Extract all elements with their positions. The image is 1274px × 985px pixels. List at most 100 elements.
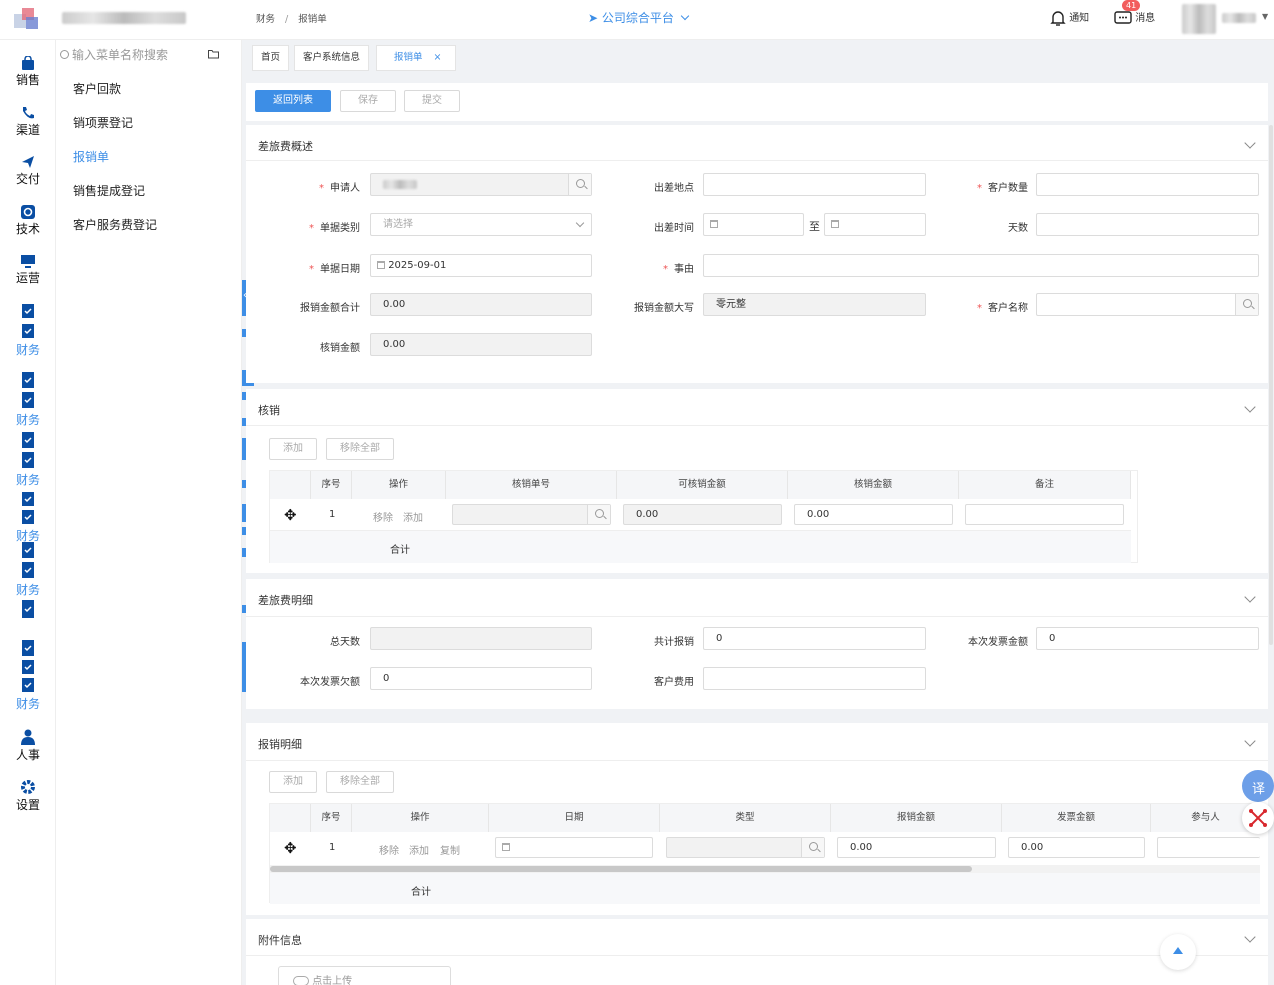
search-button[interactable] bbox=[801, 838, 824, 857]
breadcrumb-item: 报销单 bbox=[298, 14, 327, 25]
tab-expense-claim[interactable]: 报销单 × bbox=[376, 45, 456, 71]
collapse-icon[interactable] bbox=[1244, 137, 1256, 149]
rail-item-finance[interactable]: 财务 bbox=[0, 370, 56, 428]
doc-date-input[interactable]: 2025-09-01 bbox=[370, 254, 592, 277]
invoice-amount-cell-input[interactable]: 0.00 bbox=[1008, 837, 1145, 858]
rail-item-finance[interactable]: 财务 bbox=[0, 598, 56, 712]
submit-button[interactable]: 提交 bbox=[404, 90, 460, 112]
participant-input[interactable] bbox=[1157, 837, 1260, 858]
search-button[interactable] bbox=[587, 505, 610, 524]
rail-item-hr[interactable]: 人事 bbox=[0, 729, 56, 763]
add-row-link[interactable]: 添加 bbox=[403, 509, 423, 524]
rail-item-tech[interactable]: 技术 bbox=[0, 205, 56, 237]
rail-label: 财务 bbox=[15, 343, 40, 357]
collapse-icon[interactable] bbox=[1244, 401, 1256, 413]
rail-label: 财务 bbox=[15, 473, 40, 487]
copy-row-link[interactable]: 复制 bbox=[440, 842, 460, 857]
platform-switcher[interactable]: ➤ 公司综合平台 bbox=[588, 9, 689, 26]
menu-search[interactable]: 输入菜单名称搜索 bbox=[60, 46, 230, 64]
notify-button[interactable]: 通知 bbox=[1050, 9, 1089, 27]
applicant-label: 申请人 bbox=[330, 183, 360, 194]
invoice-amount-input[interactable]: 0 bbox=[1036, 627, 1259, 650]
menu-item-receivable[interactable]: 客户回款 bbox=[73, 80, 121, 97]
available-amount-input: 0.00 bbox=[623, 504, 782, 525]
writeoff-amount-cell-input[interactable]: 0.00 bbox=[794, 504, 953, 525]
scroll-top-button[interactable] bbox=[1160, 934, 1196, 970]
search-icon bbox=[576, 179, 585, 188]
type-input[interactable] bbox=[666, 837, 825, 858]
doc-date-label: 单据日期 bbox=[320, 264, 360, 275]
invoice-owed-input[interactable]: 0 bbox=[370, 667, 592, 690]
remove-all-button[interactable]: 移除全部 bbox=[326, 438, 394, 460]
trip-start-date[interactable] bbox=[703, 213, 804, 236]
table-header-cell: 核销金额 bbox=[788, 471, 959, 499]
section-title: 差旅费概述 bbox=[258, 140, 313, 153]
add-row-link[interactable]: 添加 bbox=[409, 842, 429, 857]
date-input[interactable] bbox=[495, 837, 653, 858]
menu-item-commission[interactable]: 销售提成登记 bbox=[73, 182, 145, 199]
rail-item-operations[interactable]: 运营 bbox=[0, 254, 56, 286]
breadcrumb-item[interactable]: 财务 bbox=[256, 14, 275, 25]
divider bbox=[246, 760, 1268, 761]
row-number: 1 bbox=[329, 509, 336, 520]
days-input[interactable] bbox=[1036, 213, 1259, 236]
rail-item-settings[interactable]: 设置 bbox=[0, 779, 56, 813]
applicant-input[interactable] bbox=[370, 173, 592, 196]
amount-upper-input: 零元整 bbox=[703, 293, 926, 316]
rail-item-channel[interactable]: 渠道 bbox=[0, 106, 56, 138]
menu-item-expense-claim[interactable]: 报销单 bbox=[73, 148, 109, 165]
collapse-icon[interactable] bbox=[1244, 735, 1256, 747]
customer-count-input[interactable] bbox=[1036, 173, 1259, 196]
close-icon[interactable]: × bbox=[434, 52, 442, 63]
upload-button[interactable]: 点击上传 bbox=[278, 966, 451, 985]
collapse-icon[interactable] bbox=[1244, 931, 1256, 943]
add-button[interactable]: 添加 bbox=[269, 438, 317, 460]
assistant-button[interactable] bbox=[1242, 802, 1274, 834]
user-dropdown-icon[interactable]: ▼ bbox=[1262, 12, 1268, 21]
trip-end-date[interactable] bbox=[824, 213, 926, 236]
doc-type-select[interactable]: 请选择 bbox=[370, 213, 592, 236]
message-button[interactable]: 消息 41 bbox=[1114, 0, 1155, 26]
rail-item-finance[interactable]: 财务 bbox=[0, 430, 56, 488]
remove-all-button[interactable]: 移除全部 bbox=[326, 771, 394, 793]
search-button[interactable] bbox=[1235, 294, 1258, 315]
menu-item-service-fee[interactable]: 客户服务费登记 bbox=[73, 216, 157, 233]
save-button[interactable]: 保存 bbox=[340, 90, 396, 112]
search-button[interactable] bbox=[568, 174, 591, 195]
trip-place-input[interactable] bbox=[703, 173, 926, 196]
add-button[interactable]: 添加 bbox=[269, 771, 317, 793]
horizontal-scrollbar[interactable] bbox=[270, 865, 1260, 873]
remark-input[interactable] bbox=[965, 504, 1124, 525]
avatar[interactable] bbox=[1182, 4, 1216, 34]
rail-item-finance[interactable]: 财务 bbox=[0, 302, 56, 358]
rail-item-finance[interactable]: 财务 bbox=[0, 540, 56, 598]
collapse-icon[interactable] bbox=[1244, 591, 1256, 603]
menu-item-output-invoice[interactable]: 销项票登记 bbox=[73, 114, 133, 131]
vertical-scrollbar[interactable] bbox=[1269, 125, 1274, 985]
tab-home[interactable]: 首页 bbox=[252, 45, 290, 71]
divider bbox=[246, 616, 1268, 617]
divider bbox=[246, 160, 1268, 161]
rail-item-delivery[interactable]: 交付 bbox=[0, 155, 56, 187]
drag-handle-icon[interactable]: ✥ bbox=[284, 506, 297, 524]
tab-customer-system[interactable]: 客户系统信息 bbox=[294, 45, 370, 71]
translate-button[interactable]: 译 bbox=[1242, 770, 1274, 802]
scrollbar-thumb[interactable] bbox=[270, 866, 972, 872]
customer-name-input[interactable] bbox=[1036, 293, 1259, 316]
rail-item-finance[interactable]: 财务 bbox=[0, 490, 56, 544]
back-to-list-button[interactable]: 返回列表 bbox=[255, 90, 331, 112]
remove-row-link[interactable]: 移除 bbox=[379, 842, 399, 857]
arrow-up-icon bbox=[1173, 947, 1183, 954]
total-claim-input[interactable]: 0 bbox=[703, 627, 926, 650]
writeoff-no-input[interactable] bbox=[452, 504, 611, 525]
drag-handle-icon[interactable]: ✥ bbox=[284, 839, 297, 857]
reason-input[interactable] bbox=[703, 254, 1259, 277]
folder-icon[interactable] bbox=[208, 49, 219, 59]
claim-amount-input[interactable]: 0.00 bbox=[837, 837, 996, 858]
rail-item-sales[interactable]: 销售 bbox=[0, 56, 56, 88]
remove-row-link[interactable]: 移除 bbox=[373, 509, 393, 524]
menu-search-input[interactable]: 输入菜单名称搜索 bbox=[72, 46, 168, 63]
scrollbar-thumb[interactable] bbox=[1269, 125, 1273, 645]
customer-fee-input[interactable] bbox=[703, 667, 926, 690]
user-name-blurred[interactable] bbox=[1222, 13, 1256, 23]
